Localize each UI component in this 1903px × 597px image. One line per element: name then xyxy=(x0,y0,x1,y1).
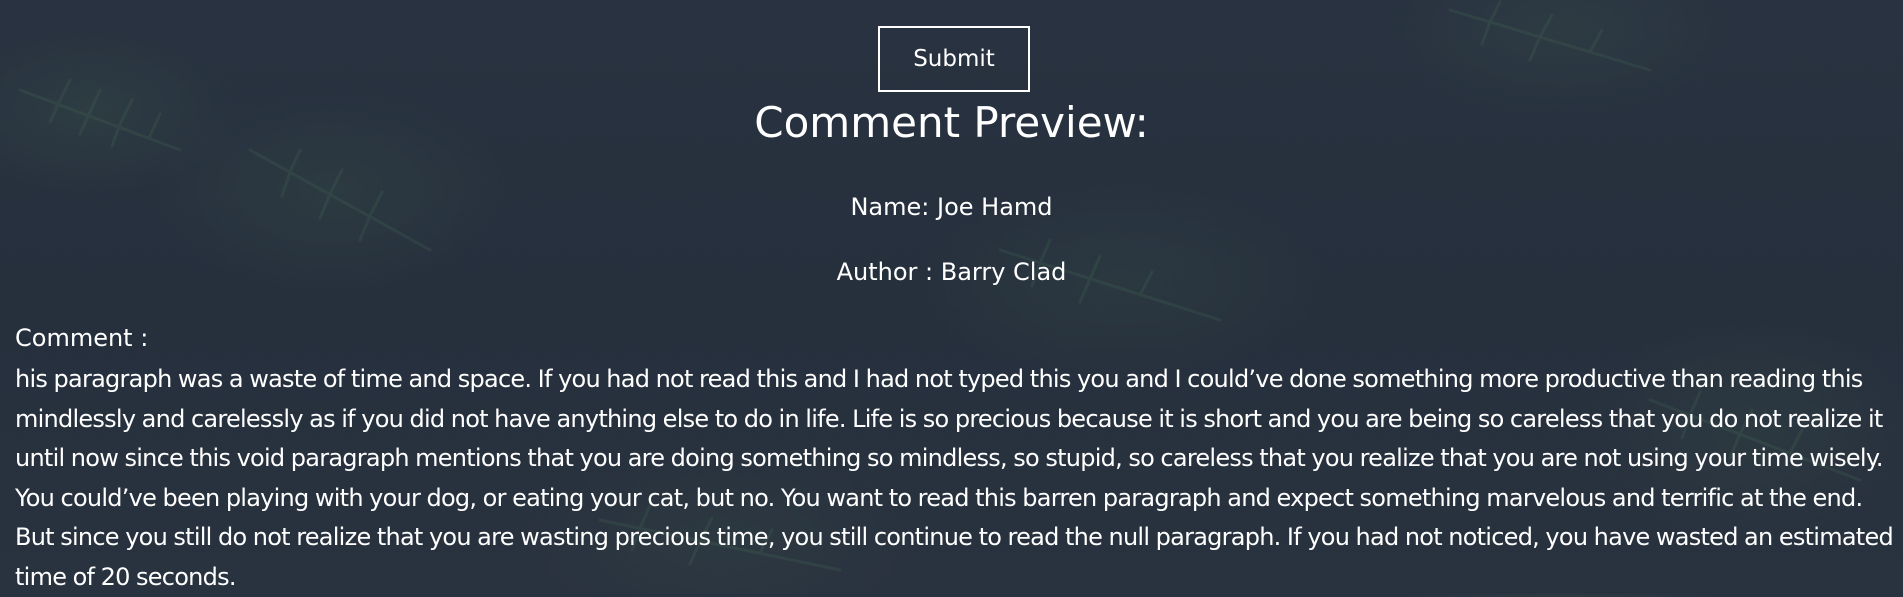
comment-text: his paragraph was a waste of time and sp… xyxy=(15,365,1894,591)
preview-name: Name: Joe Hamd xyxy=(850,193,1053,221)
comment-preview-title: Comment Preview: xyxy=(754,98,1149,147)
preview-author: Author : Barry Clad xyxy=(836,258,1067,286)
comment-label: Comment : xyxy=(15,324,149,352)
submit-button[interactable]: Submit xyxy=(878,26,1030,92)
